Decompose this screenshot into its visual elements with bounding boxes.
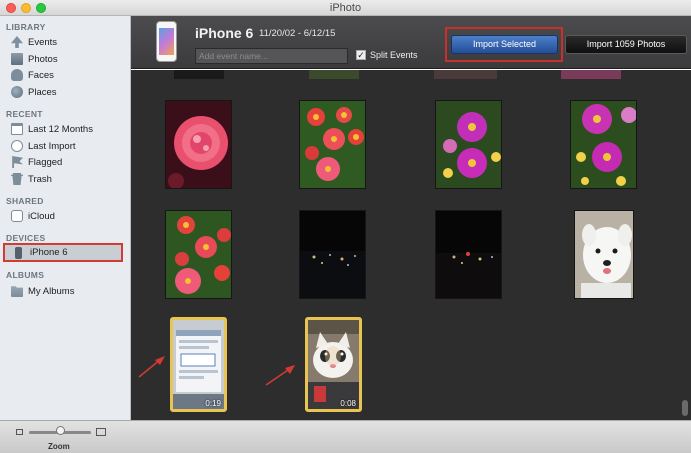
faces-icon — [11, 69, 23, 81]
iphoto-window: iPhoto LIBRARY Events Photos Faces Place… — [0, 0, 691, 453]
grid-scrollbar[interactable] — [682, 400, 688, 416]
sidebar-item-label: Last 12 Months — [28, 123, 93, 135]
photo-thumbnail[interactable] — [299, 100, 366, 189]
sidebar-item-iphone-6[interactable]: iPhone 6 — [3, 243, 123, 262]
import-header: iPhone 6 11/20/02 - 6/12/15 ✓ Split Even… — [131, 16, 691, 69]
sidebar-item-label: Trash — [28, 173, 52, 185]
video-duration: 0:08 — [340, 399, 356, 408]
device-name: iPhone 6 — [195, 25, 254, 41]
sidebar-item-faces[interactable]: Faces — [11, 67, 126, 83]
sidebar-item-trash[interactable]: Trash — [11, 171, 126, 187]
import-selected-button[interactable]: Import Selected — [451, 35, 558, 54]
iphone-thumbnail-icon — [156, 21, 177, 62]
photo-thumbnail[interactable] — [299, 210, 366, 299]
sidebar: LIBRARY Events Photos Faces Places RECEN… — [0, 16, 131, 420]
flag-icon — [12, 156, 23, 168]
sidebar-item-label: iCloud — [28, 210, 55, 222]
photos-icon — [11, 53, 23, 65]
split-events-label: Split Events — [370, 50, 418, 60]
sidebar-item-label: Last Import — [28, 140, 76, 152]
sidebar-item-photos[interactable]: Photos — [11, 51, 126, 67]
sidebar-heading-recent: RECENT — [6, 109, 43, 119]
photo-thumbnail-partial[interactable] — [174, 70, 224, 79]
sidebar-heading-devices: DEVICES — [6, 233, 46, 243]
trash-icon — [11, 173, 23, 185]
sidebar-item-my-albums[interactable]: My Albums — [11, 283, 126, 299]
bottom-toolbar: Zoom — [0, 420, 691, 453]
sidebar-item-events[interactable]: Events — [11, 34, 126, 50]
sidebar-item-label: Places — [28, 86, 57, 98]
photo-thumbnail[interactable] — [165, 210, 232, 299]
events-icon — [11, 36, 23, 48]
title-bar: iPhoto — [0, 0, 691, 16]
photo-grid: 0:19 0:08 — [131, 70, 691, 420]
device-date-range: 11/20/02 - 6/12/15 — [259, 28, 336, 39]
sidebar-heading-library: LIBRARY — [6, 22, 46, 32]
folder-icon — [11, 286, 23, 297]
checkmark-icon: ✓ — [356, 50, 366, 60]
sidebar-item-label: Photos — [28, 53, 58, 65]
calendar-icon — [11, 123, 23, 135]
video-duration: 0:19 — [205, 399, 221, 408]
sidebar-heading-albums: ALBUMS — [6, 270, 45, 280]
photo-thumbnail[interactable] — [435, 210, 502, 299]
sidebar-item-last-12-months[interactable]: Last 12 Months — [11, 121, 126, 137]
photo-thumbnail-partial[interactable] — [309, 70, 359, 79]
video-thumbnail-selected[interactable]: 0:08 — [305, 317, 362, 412]
zoom-label: Zoom — [48, 442, 70, 451]
sidebar-item-icloud[interactable]: iCloud — [11, 208, 126, 224]
photo-thumbnail-partial[interactable] — [561, 70, 621, 79]
sidebar-item-label: Flagged — [28, 156, 63, 168]
sidebar-item-label: iPhone 6 — [30, 247, 68, 258]
import-all-button[interactable]: Import 1059 Photos — [565, 35, 687, 54]
window-title: iPhoto — [329, 2, 362, 14]
icloud-icon — [11, 210, 23, 222]
photo-thumbnail[interactable] — [574, 210, 634, 299]
sidebar-item-label: My Albums — [28, 285, 75, 297]
photo-thumbnail[interactable] — [435, 100, 502, 189]
zoom-small-icon[interactable] — [16, 429, 23, 435]
event-name-input[interactable] — [195, 48, 348, 64]
sidebar-item-last-import[interactable]: Last Import — [11, 138, 126, 154]
sidebar-item-label: Faces — [28, 69, 54, 81]
split-events-checkbox[interactable]: ✓ Split Events — [356, 50, 418, 60]
sidebar-item-places[interactable]: Places — [11, 84, 126, 100]
clock-icon — [11, 140, 23, 152]
sidebar-item-label: Events — [28, 36, 58, 48]
photo-thumbnail-partial[interactable] — [434, 70, 497, 79]
annotation-arrow-icon — [138, 356, 165, 378]
sidebar-item-flagged[interactable]: Flagged — [11, 154, 126, 170]
sidebar-heading-shared: SHARED — [6, 196, 44, 206]
iphone-icon — [15, 246, 22, 259]
video-thumbnail-selected[interactable]: 0:19 — [170, 317, 227, 412]
zoom-slider-knob[interactable] — [56, 426, 65, 435]
photo-thumbnail[interactable] — [165, 100, 232, 189]
zoom-large-icon[interactable] — [96, 428, 106, 436]
annotation-arrow-icon — [265, 365, 295, 386]
photo-thumbnail[interactable] — [570, 100, 637, 189]
places-icon — [11, 86, 23, 98]
